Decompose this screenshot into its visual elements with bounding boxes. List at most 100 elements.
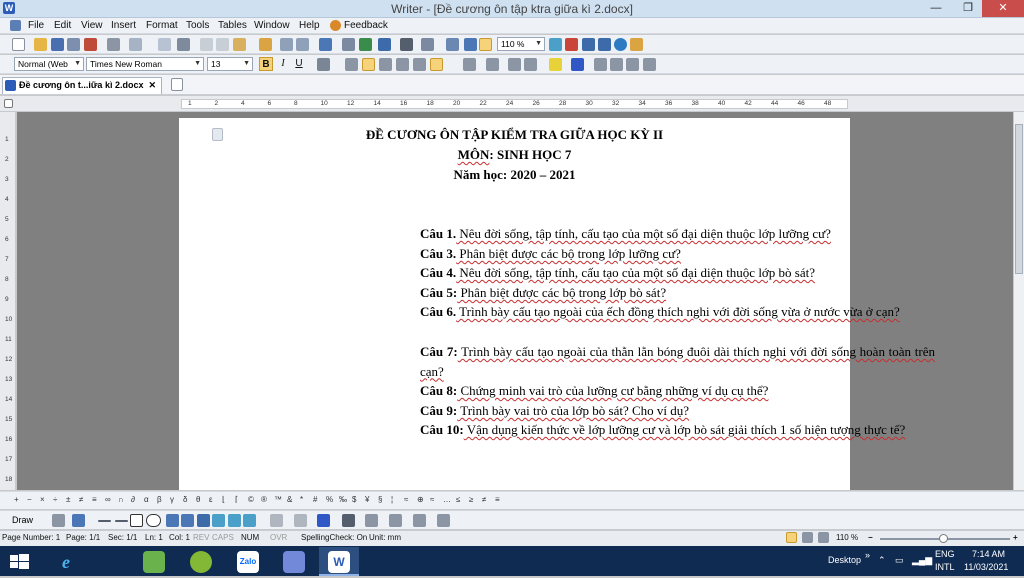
symbol-button[interactable]: % [326, 495, 333, 504]
equation-icon[interactable] [342, 38, 355, 51]
line-spacing-icon[interactable] [430, 58, 443, 71]
columns-icon[interactable] [400, 38, 413, 51]
symbol-button[interactable]: ‰ [339, 495, 347, 504]
arrow-style-icon[interactable] [389, 514, 402, 527]
symbol-button[interactable]: ε [209, 495, 213, 504]
thesaurus-icon[interactable] [582, 38, 595, 51]
symbol-button[interactable]: ¥ [365, 495, 369, 504]
web-layout-icon[interactable] [479, 38, 492, 51]
web-view-icon[interactable] [802, 532, 813, 543]
draw-font-color-icon[interactable] [317, 514, 330, 527]
status-num[interactable]: NUM [241, 533, 259, 542]
symbol-button[interactable]: ⌈ [235, 495, 238, 504]
symbol-button[interactable]: ≈ [430, 495, 434, 504]
line-color-icon[interactable] [294, 514, 307, 527]
minimize-button[interactable]: — [921, 0, 951, 17]
justify-icon[interactable] [396, 58, 409, 71]
symbol-button[interactable]: ∂ [131, 495, 135, 504]
battery-icon[interactable]: ▭ [895, 555, 904, 566]
increase-indent-icon[interactable] [524, 58, 537, 71]
clock-time[interactable]: 7:14 AM [972, 549, 1005, 559]
symbol-button[interactable]: ™ [274, 495, 282, 504]
style-combo[interactable]: Normal (Web ▼ [14, 57, 84, 71]
symbol-button[interactable]: ¦ [391, 495, 393, 504]
symbol-button[interactable]: ⊕ [417, 495, 424, 504]
font-effects-icon[interactable] [317, 58, 330, 71]
superscript-icon[interactable] [626, 58, 639, 71]
autoshapes-icon[interactable] [72, 514, 85, 527]
chart-icon[interactable] [243, 514, 256, 527]
symbol-button[interactable]: ⌊ [222, 495, 225, 504]
close-button[interactable]: ✕ [982, 0, 1024, 17]
menu-format[interactable]: Format [146, 20, 178, 31]
symbol-button[interactable]: × [40, 495, 45, 504]
bold-button[interactable]: B [259, 57, 273, 71]
format-painter-icon[interactable] [259, 38, 272, 51]
align-right-icon[interactable] [379, 58, 392, 71]
menu-window[interactable]: Window [254, 20, 290, 31]
tab-stop-selector-icon[interactable] [4, 99, 13, 108]
fill-color-icon[interactable] [270, 514, 283, 527]
status-ovr[interactable]: OVR [270, 533, 287, 542]
menu-edit[interactable]: Edit [54, 20, 71, 31]
menu-file[interactable]: File [28, 20, 44, 31]
symbol-button[interactable]: ∩ [118, 495, 124, 504]
symbol-button[interactable]: ® [261, 495, 267, 504]
desktop-toolbar[interactable]: Desktop [828, 555, 861, 565]
symbol-button[interactable]: β [157, 495, 162, 504]
picture-icon[interactable] [228, 514, 241, 527]
insert-page-icon[interactable] [158, 38, 171, 51]
page-setup-icon[interactable] [446, 38, 459, 51]
clock-date[interactable]: 11/03/2021 [964, 562, 1008, 572]
textbox-icon[interactable] [166, 514, 179, 527]
paste-icon[interactable] [233, 38, 246, 51]
menu-view[interactable]: View [81, 20, 103, 31]
save-icon[interactable] [51, 38, 64, 51]
symbol-button[interactable]: ≡ [92, 495, 97, 504]
zoom-combo[interactable]: 110 % ▼ [497, 37, 545, 51]
print-preview-icon[interactable] [129, 38, 142, 51]
help-icon[interactable] [614, 38, 627, 51]
ellipse-icon[interactable] [146, 514, 161, 527]
insert-image-icon[interactable] [549, 38, 562, 51]
options-icon[interactable] [598, 38, 611, 51]
shadow-icon[interactable] [413, 514, 426, 527]
symbol-button[interactable]: & [287, 495, 292, 504]
symbol-button[interactable]: ≡ [495, 495, 500, 504]
hyperlink-icon[interactable] [359, 38, 372, 51]
print-icon[interactable] [107, 38, 120, 51]
export-pdf-icon[interactable] [84, 38, 97, 51]
maximize-button[interactable]: ❐ [953, 0, 983, 17]
font-combo[interactable]: Times New Roman ▼ [86, 57, 204, 71]
taskbar-discord[interactable] [274, 547, 314, 576]
font-color-icon[interactable] [571, 58, 584, 71]
symbol-button[interactable]: # [313, 495, 317, 504]
clipart-icon[interactable] [212, 514, 225, 527]
zoom-in-icon[interactable]: + [1013, 533, 1018, 542]
symbol-button[interactable]: γ [170, 495, 174, 504]
taskbar-launcher[interactable] [181, 547, 221, 576]
taskbar-zalo[interactable]: Zalo [228, 547, 268, 576]
symbol-button[interactable]: − [27, 495, 32, 504]
symbol-button[interactable]: * [300, 495, 303, 504]
redo-icon[interactable] [296, 38, 309, 51]
status-caps[interactable]: CAPS [212, 533, 234, 542]
align-center-icon[interactable] [362, 58, 375, 71]
customize-toolbar-icon[interactable] [630, 38, 643, 51]
show-marks-icon[interactable] [421, 38, 434, 51]
underline-button[interactable]: U [292, 57, 306, 71]
ruler-scale[interactable]: 1 2 4 6 8 10 12 14 16 18 20 22 24 26 28 30 32 34 36 38 40 42 4… [181, 99, 848, 109]
menu-insert[interactable]: Insert [111, 20, 136, 31]
status-unit[interactable]: Unit: mm [369, 533, 401, 542]
3d-icon[interactable] [437, 514, 450, 527]
symbol-button[interactable]: … [443, 495, 451, 504]
symbol-button[interactable]: + [14, 495, 19, 504]
expand-toolbar-icon[interactable]: » [865, 550, 870, 560]
menu-tools[interactable]: Tools [186, 20, 209, 31]
rectangle-icon[interactable] [130, 514, 143, 527]
symbol-button[interactable]: α [144, 495, 149, 504]
status-spellcheck[interactable]: SpellingCheck: On [301, 533, 367, 542]
menu-help[interactable]: Help [299, 20, 320, 31]
arrow-icon[interactable] [115, 520, 128, 522]
scrollbar-thumb[interactable] [1015, 124, 1023, 274]
